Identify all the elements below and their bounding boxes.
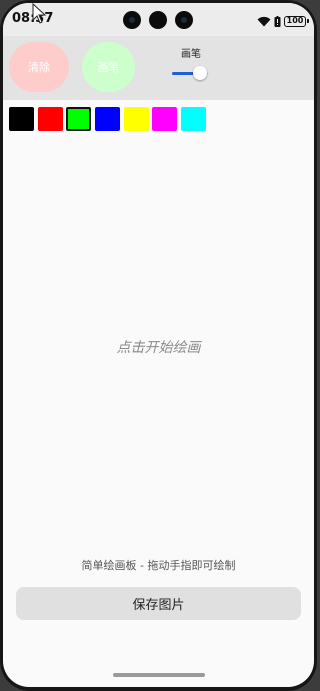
brush-size-label: 画笔 bbox=[181, 49, 201, 60]
device-frame: 08:37 100 清除 画笔 bbox=[0, 0, 317, 691]
battery-icon: 100 bbox=[284, 15, 309, 27]
camera-lens-icon bbox=[175, 11, 193, 29]
pen-button[interactable]: 画笔 bbox=[82, 42, 135, 92]
save-image-button[interactable]: 保存图片 bbox=[16, 587, 301, 620]
mouse-pointer-icon bbox=[32, 3, 47, 24]
color-palette bbox=[3, 100, 314, 140]
home-indicator[interactable] bbox=[113, 673, 205, 677]
slider-thumb[interactable] bbox=[193, 66, 208, 80]
status-icons: 100 bbox=[257, 14, 309, 28]
color-swatch[interactable] bbox=[9, 107, 34, 131]
toolbar: 清除 画笔 画笔 bbox=[3, 36, 314, 100]
drawing-canvas[interactable]: 点击开始绘画 bbox=[3, 140, 314, 550]
color-swatch[interactable] bbox=[124, 107, 149, 131]
clear-button[interactable]: 清除 bbox=[9, 42, 69, 92]
app-screen: 08:37 100 清除 画笔 bbox=[3, 3, 314, 687]
color-swatch[interactable] bbox=[66, 107, 91, 131]
camera-lens-icon bbox=[123, 11, 141, 29]
color-swatch[interactable] bbox=[38, 107, 63, 131]
color-swatch[interactable] bbox=[95, 107, 120, 131]
wifi-icon bbox=[257, 16, 271, 26]
canvas-hint: 点击开始绘画 bbox=[116, 340, 201, 356]
status-bar: 08:37 100 bbox=[3, 3, 314, 36]
battery-alert-icon bbox=[274, 15, 281, 27]
footer-description: 简单绘画板 - 拖动手指即可绘制 bbox=[81, 559, 236, 572]
color-swatch[interactable] bbox=[152, 107, 177, 131]
brush-size-slider[interactable] bbox=[172, 66, 212, 80]
color-swatch[interactable] bbox=[181, 107, 206, 131]
sensor-icon bbox=[149, 11, 167, 29]
